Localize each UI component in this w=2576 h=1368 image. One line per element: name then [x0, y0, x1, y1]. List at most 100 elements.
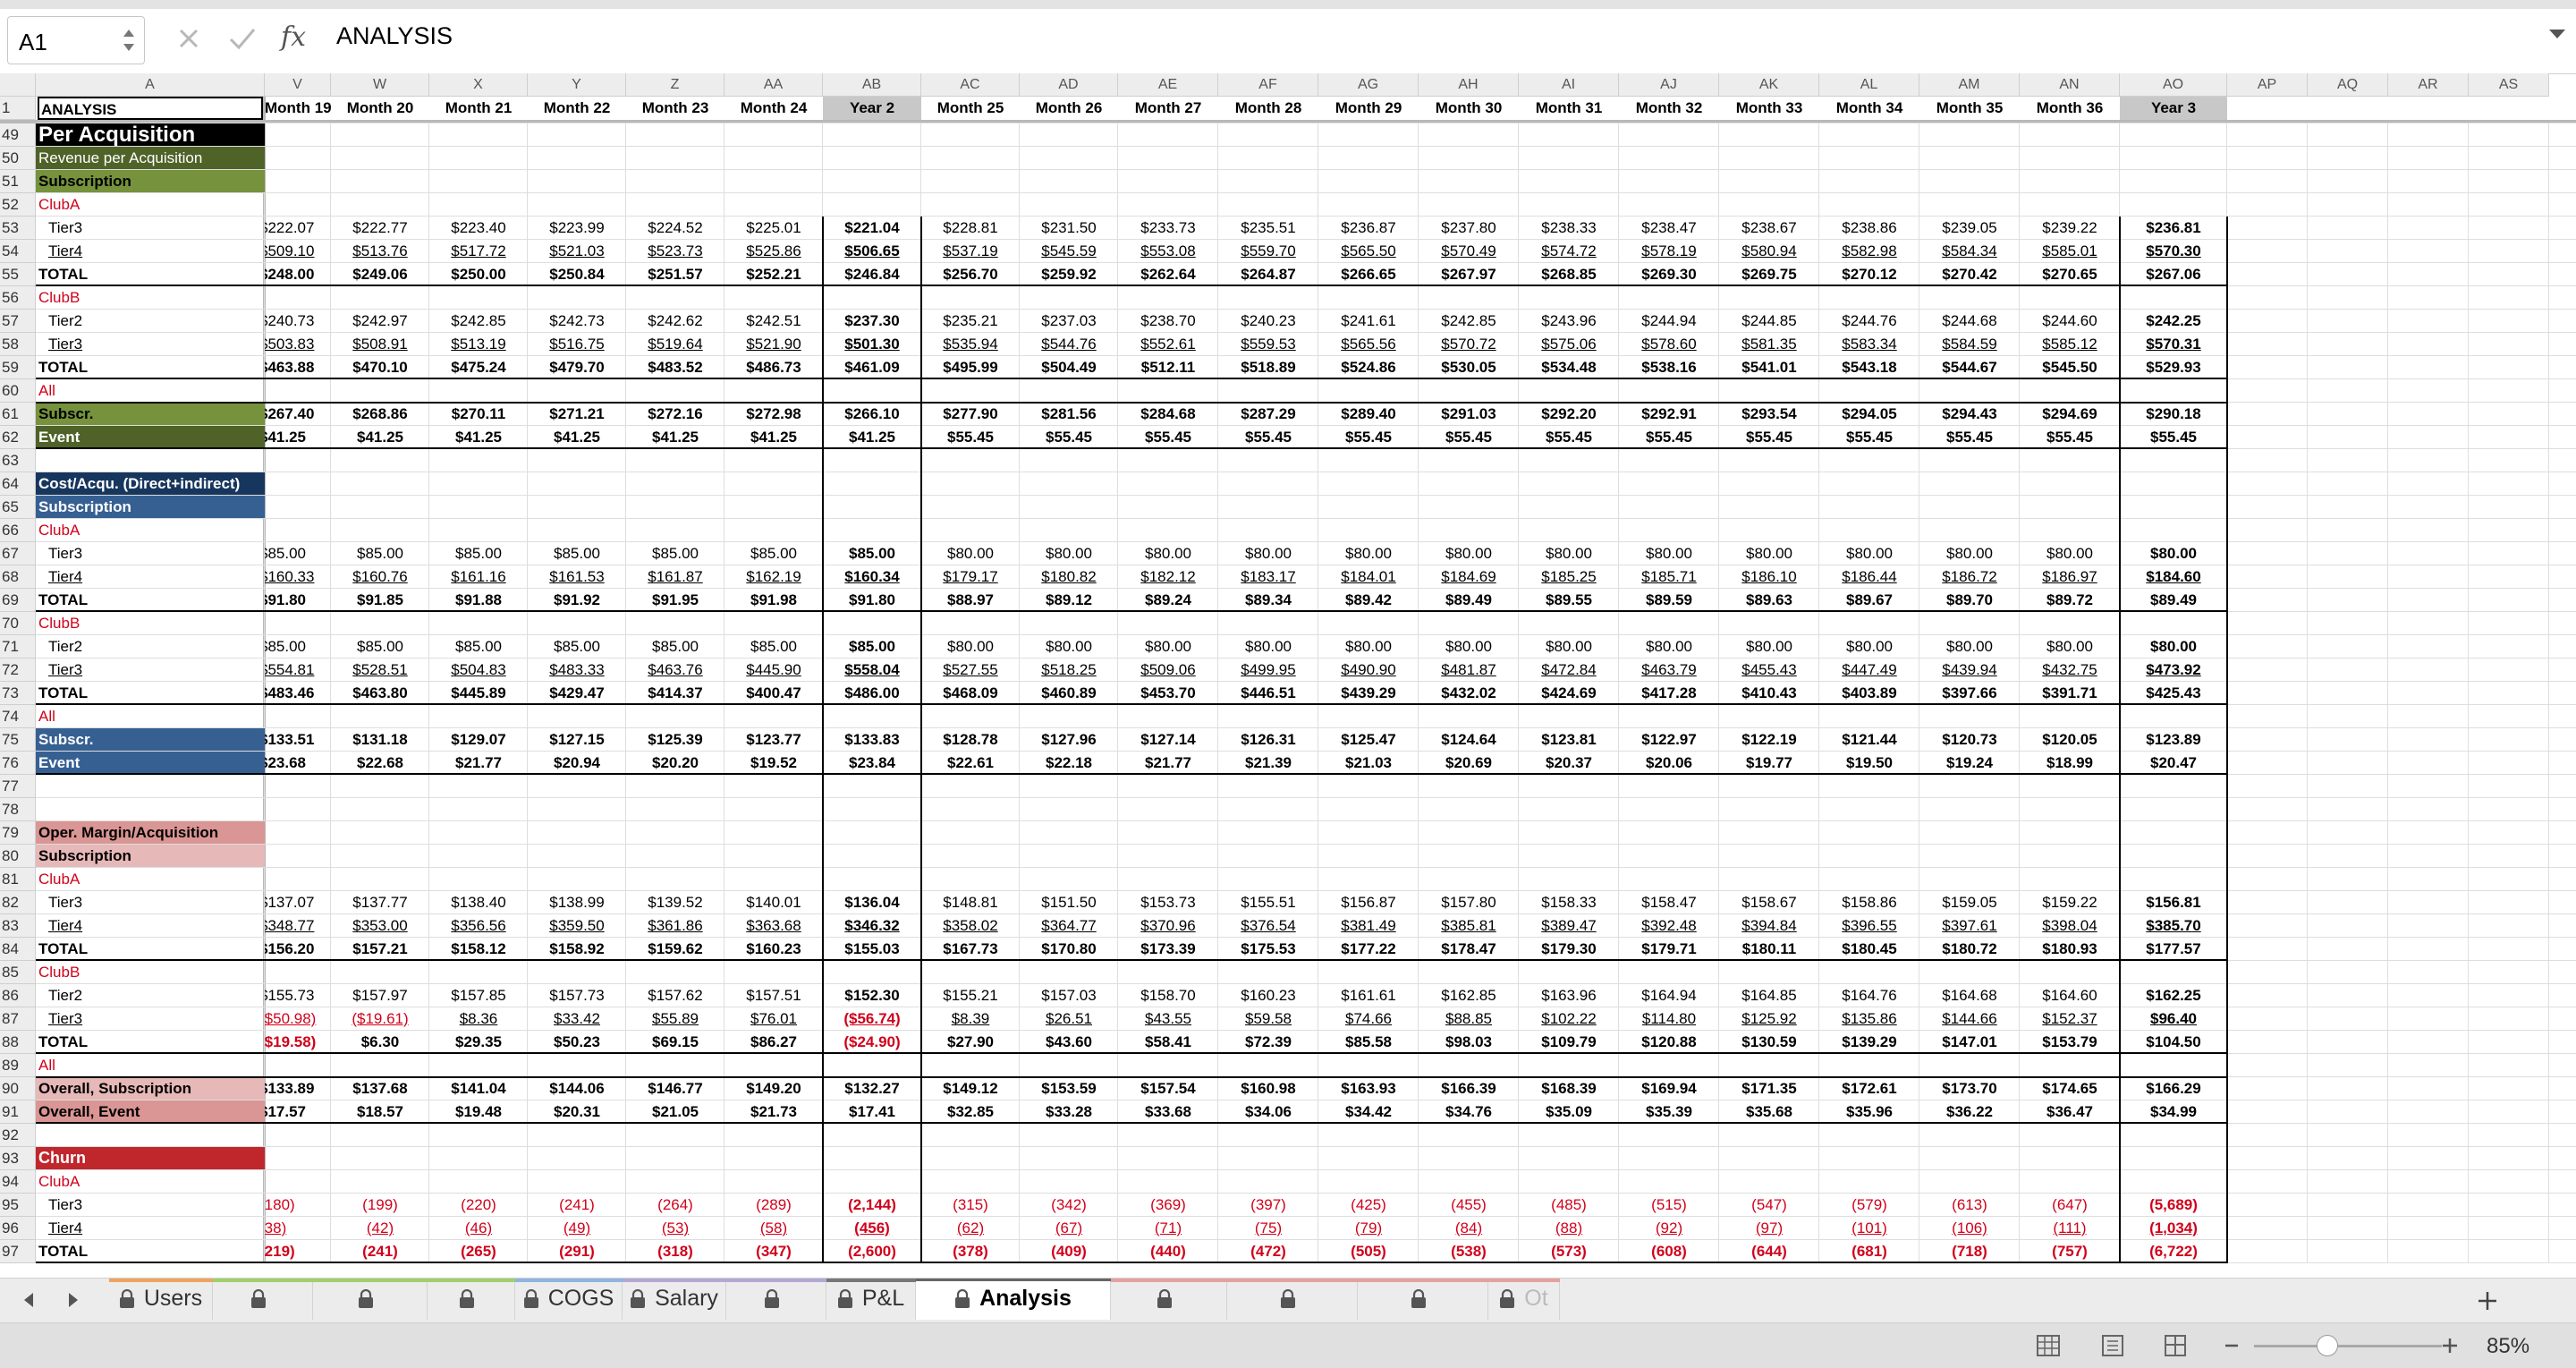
- value-cell[interactable]: $151.50: [1020, 891, 1118, 914]
- value-cell[interactable]: $85.00: [528, 542, 626, 565]
- value-cell[interactable]: (264): [626, 1194, 724, 1217]
- value-cell[interactable]: $80.00: [2020, 542, 2120, 565]
- value-cell[interactable]: $91.98: [724, 589, 823, 612]
- value-cell[interactable]: $385.81: [1419, 914, 1519, 938]
- value-cell[interactable]: $88.97: [921, 589, 1020, 612]
- value-cell[interactable]: $8.36: [429, 1007, 528, 1031]
- value-cell[interactable]: $486.73: [724, 356, 823, 379]
- value-cell[interactable]: $256.70: [921, 263, 1020, 286]
- row-header[interactable]: 58: [0, 333, 36, 356]
- value-cell[interactable]: $80.00: [1519, 635, 1619, 659]
- value-cell[interactable]: $22.18: [1020, 752, 1118, 775]
- value-cell[interactable]: (92): [1619, 1217, 1719, 1240]
- value-cell[interactable]: $521.90: [724, 333, 823, 356]
- row-header[interactable]: 87: [0, 1007, 36, 1031]
- value-cell[interactable]: $243.96: [1519, 310, 1619, 333]
- column-header[interactable]: AE: [1118, 73, 1218, 97]
- value-cell[interactable]: $17.57: [265, 1100, 331, 1124]
- value-cell[interactable]: $80.00: [1619, 635, 1719, 659]
- value-cell[interactable]: $270.11: [429, 403, 528, 426]
- zoom-slider-track[interactable]: [2254, 1345, 2442, 1347]
- value-cell[interactable]: $120.88: [1619, 1031, 1719, 1054]
- value-cell[interactable]: $518.25: [1020, 659, 1118, 682]
- value-cell[interactable]: (6,722): [2120, 1240, 2227, 1263]
- value-cell[interactable]: $55.45: [1218, 426, 1318, 449]
- column-header[interactable]: AK: [1719, 73, 1819, 97]
- zoom-slider-thumb[interactable]: [2317, 1335, 2338, 1356]
- value-cell[interactable]: $584.34: [1919, 240, 2020, 263]
- formula-input[interactable]: ANALYSIS: [336, 22, 453, 50]
- value-cell[interactable]: $244.68: [1919, 310, 2020, 333]
- value-cell[interactable]: $153.73: [1118, 891, 1218, 914]
- value-cell[interactable]: $281.56: [1020, 403, 1118, 426]
- value-cell[interactable]: $91.92: [528, 589, 626, 612]
- value-cell[interactable]: $240.73: [265, 310, 331, 333]
- value-cell[interactable]: $439.94: [1919, 659, 2020, 682]
- value-cell[interactable]: $242.25: [2120, 310, 2227, 333]
- value-cell[interactable]: $55.45: [1519, 426, 1619, 449]
- value-cell[interactable]: $55.45: [1719, 426, 1819, 449]
- row-header[interactable]: 80: [0, 845, 36, 868]
- value-cell[interactable]: $370.96: [1118, 914, 1218, 938]
- value-cell[interactable]: $578.60: [1619, 333, 1719, 356]
- row-header[interactable]: 94: [0, 1170, 36, 1194]
- value-cell[interactable]: $139.52: [626, 891, 724, 914]
- value-cell[interactable]: ($19.61): [331, 1007, 429, 1031]
- value-cell[interactable]: (397): [1218, 1194, 1318, 1217]
- value-cell[interactable]: $149.20: [724, 1077, 823, 1100]
- value-cell[interactable]: $237.30: [823, 310, 921, 333]
- value-cell[interactable]: $80.00: [1919, 542, 2020, 565]
- value-cell[interactable]: $55.45: [2120, 426, 2227, 449]
- row-header[interactable]: 72: [0, 659, 36, 682]
- value-cell[interactable]: $364.77: [1020, 914, 1118, 938]
- value-cell[interactable]: $538.16: [1619, 356, 1719, 379]
- value-cell[interactable]: $41.25: [528, 426, 626, 449]
- value-cell[interactable]: $432.75: [2020, 659, 2120, 682]
- row-header[interactable]: 55: [0, 263, 36, 286]
- row-header[interactable]: 91: [0, 1100, 36, 1124]
- row-header[interactable]: 84: [0, 938, 36, 961]
- value-cell[interactable]: $177.22: [1318, 938, 1419, 961]
- value-cell[interactable]: $160.76: [331, 565, 429, 589]
- value-cell[interactable]: $55.89: [626, 1007, 724, 1031]
- value-cell[interactable]: $55.45: [1118, 426, 1218, 449]
- value-cell[interactable]: $584.59: [1919, 333, 2020, 356]
- value-cell[interactable]: $570.30: [2120, 240, 2227, 263]
- sheet-tab[interactable]: Analysis: [916, 1279, 1111, 1320]
- value-cell[interactable]: $397.66: [1919, 682, 2020, 705]
- value-cell[interactable]: $157.97: [331, 984, 429, 1007]
- value-cell[interactable]: $19.48: [429, 1100, 528, 1124]
- value-cell[interactable]: $160.23: [724, 938, 823, 961]
- value-cell[interactable]: $85.00: [724, 635, 823, 659]
- row-header[interactable]: 81: [0, 868, 36, 891]
- value-cell[interactable]: $503.83: [265, 333, 331, 356]
- value-cell[interactable]: $85.00: [331, 635, 429, 659]
- value-cell[interactable]: $242.85: [1419, 310, 1519, 333]
- row-header[interactable]: 1: [0, 97, 36, 120]
- value-cell[interactable]: $184.60: [2120, 565, 2227, 589]
- sheet-tab[interactable]: OtherChannel3: [1358, 1279, 1510, 1350]
- column-header[interactable]: AO: [2120, 73, 2227, 97]
- value-cell[interactable]: $136.04: [823, 891, 921, 914]
- value-cell[interactable]: $182.12: [1118, 565, 1218, 589]
- add-sheet-icon[interactable]: [2476, 1289, 2499, 1313]
- value-cell[interactable]: $162.25: [2120, 984, 2227, 1007]
- row-header[interactable]: 96: [0, 1217, 36, 1240]
- value-cell[interactable]: $20.06: [1619, 752, 1719, 775]
- value-cell[interactable]: $527.55: [921, 659, 1020, 682]
- value-cell[interactable]: $160.34: [823, 565, 921, 589]
- column-header[interactable]: AB: [823, 73, 921, 97]
- value-cell[interactable]: $267.06: [2120, 263, 2227, 286]
- value-cell[interactable]: $173.70: [1919, 1077, 2020, 1100]
- row-header[interactable]: 79: [0, 821, 36, 845]
- value-cell[interactable]: $525.86: [724, 240, 823, 263]
- value-cell[interactable]: $91.80: [265, 589, 331, 612]
- value-cell[interactable]: $146.77: [626, 1077, 724, 1100]
- value-cell[interactable]: (106): [1919, 1217, 2020, 1240]
- value-cell[interactable]: $223.40: [429, 217, 528, 240]
- row-header[interactable]: 95: [0, 1194, 36, 1217]
- value-cell[interactable]: $475.24: [429, 356, 528, 379]
- value-cell[interactable]: $164.85: [1719, 984, 1819, 1007]
- value-cell[interactable]: $74.66: [1318, 1007, 1419, 1031]
- value-cell[interactable]: $292.20: [1519, 403, 1619, 426]
